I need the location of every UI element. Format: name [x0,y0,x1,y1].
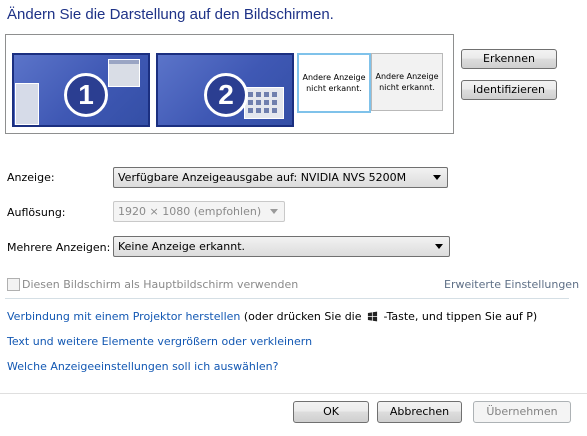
display-label: Anzeige: [7,171,55,184]
identify-button[interactable]: Identifizieren [461,80,557,100]
primary-display-checkbox [7,278,20,291]
divider [5,298,569,299]
resolution-select: 1920 × 1080 (empfohlen) [113,201,285,222]
projector-hint-before: (oder drücken Sie die [240,310,366,323]
monitor-arrangement-panel: 1 2 Andere Anzeige nicht erkannt. Andere… [5,34,454,134]
undetected-display[interactable]: Andere Anzeige nicht erkannt. [371,53,443,111]
projector-line: Verbindung mit einem Projektor herstelle… [7,310,537,323]
monitor-2[interactable]: 2 [156,53,294,127]
window-thumbnail [108,59,140,87]
multiple-displays-select[interactable]: Keine Anzeige erkannt. [113,236,450,257]
ok-button[interactable]: OK [293,401,369,423]
chevron-down-icon [433,175,441,180]
text-size-link[interactable]: Text und weitere Elemente vergrößern ode… [7,335,312,348]
apps-grid-icon [244,87,284,119]
taskbar-thumbnail [15,83,39,125]
windows-logo-icon [367,311,378,322]
display-select[interactable]: Verfügbare Anzeigeausgabe auf: NVIDIA NV… [113,167,448,188]
undetected-display-label: Andere Anzeige nicht erkannt. [302,73,366,93]
chevron-down-icon [270,209,278,214]
cancel-button[interactable]: Abbrechen [377,401,462,423]
detect-button[interactable]: Erkennen [461,49,557,69]
undetected-display-label: Andere Anzeige nicht erkannt. [375,72,439,92]
monitor-number: 1 [64,73,108,117]
resolution-select-value: 1920 × 1080 (empfohlen) [118,205,262,218]
undetected-display-selected[interactable]: Andere Anzeige nicht erkannt. [297,53,371,113]
page-title: Ändern Sie die Darstellung auf den Bilds… [7,6,334,23]
apply-button: Übernehmen [473,401,571,423]
resolution-label: Auflösung: [7,206,66,219]
multiple-displays-label: Mehrere Anzeigen: [7,241,111,254]
primary-display-label: Diesen Bildschirm als Hauptbildschirm ve… [22,278,299,291]
monitor-number: 2 [204,73,248,117]
which-settings-link[interactable]: Welche Anzeigeeinstellungen soll ich aus… [7,360,279,373]
projector-link[interactable]: Verbindung mit einem Projektor herstelle… [7,310,240,323]
footer-divider [0,393,587,394]
advanced-settings-link[interactable]: Erweiterte Einstellungen [444,278,579,291]
multiple-displays-select-value: Keine Anzeige erkannt. [118,240,246,253]
projector-hint-after: -Taste, und tippen Sie auf P) [380,310,538,323]
chevron-down-icon [435,244,443,249]
monitor-1[interactable]: 1 [12,53,150,127]
display-select-value: Verfügbare Anzeigeausgabe auf: NVIDIA NV… [118,171,407,184]
